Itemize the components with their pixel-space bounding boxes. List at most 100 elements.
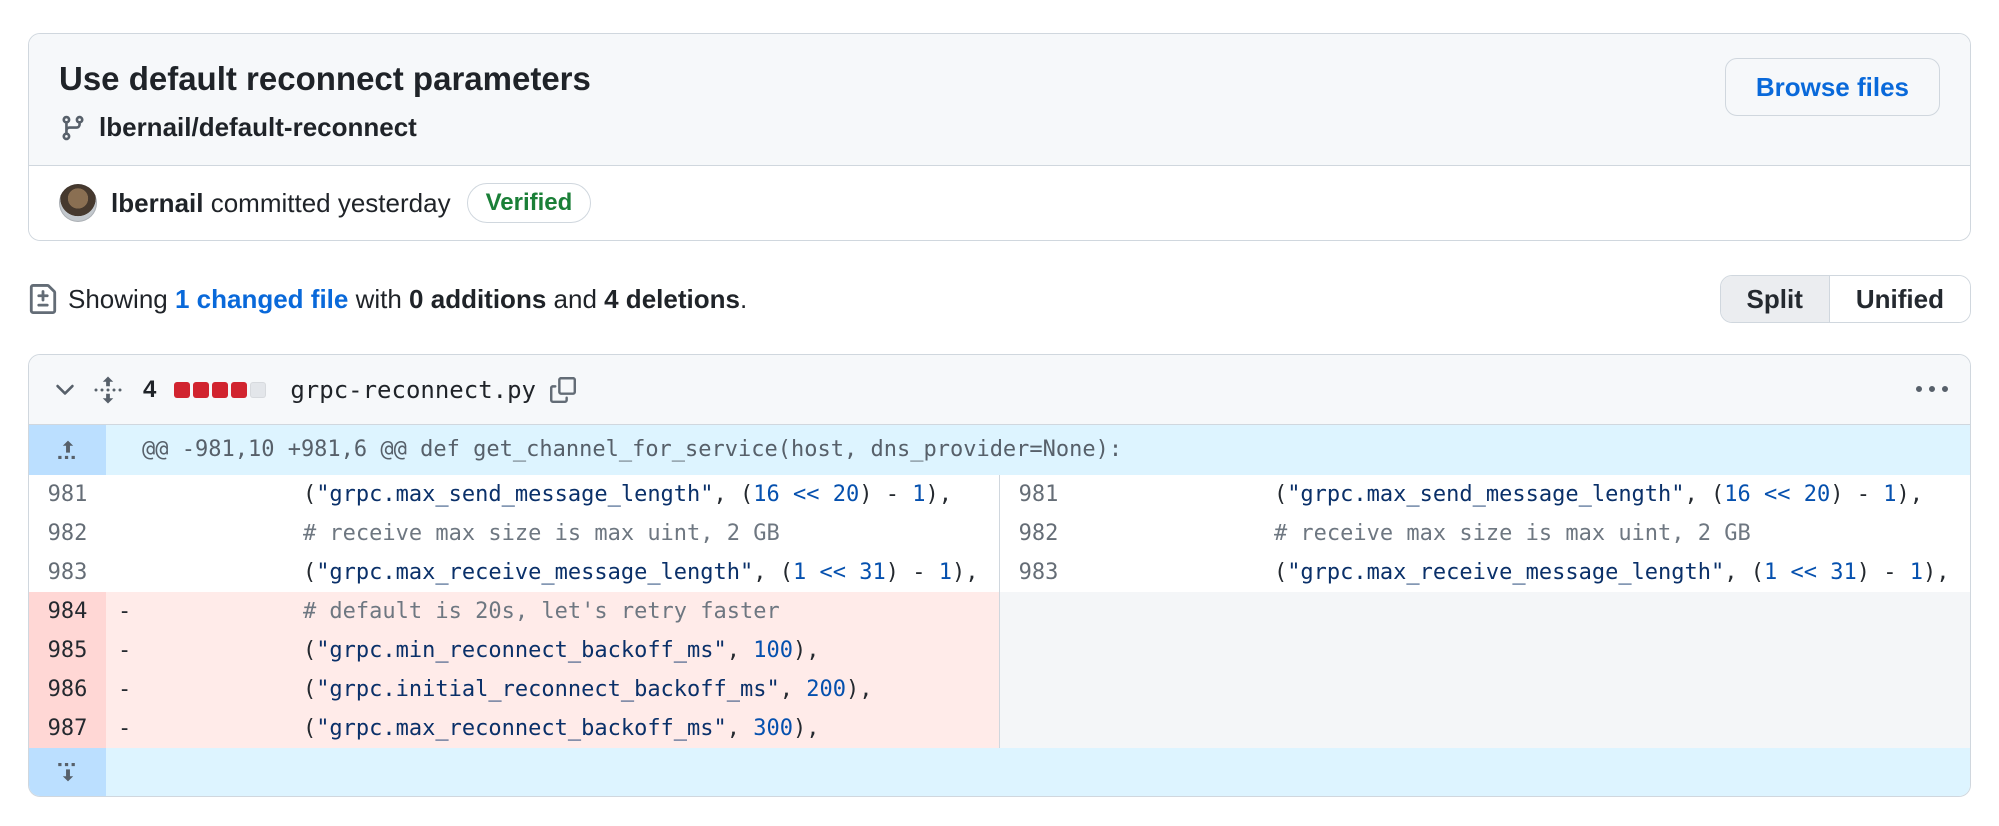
diffstat [174, 382, 266, 398]
code-line: - ("grpc.min_reconnect_backoff_ms", 100)… [106, 631, 999, 670]
code-token: , ( [714, 482, 754, 507]
file-options-button[interactable] [1916, 374, 1948, 406]
code-token: 31 [1830, 560, 1857, 585]
diffstat-deletion-square [174, 382, 190, 398]
code-token: , [727, 638, 754, 663]
commit-header-card: Use default reconnect parameters lbernai… [28, 33, 1971, 241]
line-number[interactable]: 983 [29, 553, 106, 592]
empty-gutter-cell [999, 709, 1077, 748]
code-token: "grpc.max_receive_message_length" [1287, 560, 1724, 585]
code-token: , ( [1685, 482, 1725, 507]
expand-hunk-up-button[interactable] [29, 425, 106, 475]
code-token: 1 [1764, 560, 1777, 585]
code-token: ) - [886, 560, 939, 585]
browse-files-button[interactable]: Browse files [1725, 58, 1940, 116]
code-line: ("grpc.max_receive_message_length", (1 <… [1077, 553, 1970, 592]
code-token: # receive max size is max uint, 2 GB [1115, 521, 1751, 546]
line-number[interactable]: 982 [999, 514, 1077, 553]
expand-hunk-down-button[interactable] [29, 748, 106, 796]
drag-handle-glyph [93, 374, 123, 406]
line-number[interactable]: 987 [29, 709, 106, 748]
code-token: 1 [793, 560, 806, 585]
line-number[interactable]: 981 [999, 475, 1077, 514]
verified-badge[interactable]: Verified [467, 183, 592, 223]
file-diff-icon [28, 284, 58, 314]
code-token: 16 [1724, 482, 1751, 507]
code-token: # receive max size is max uint, 2 GB [144, 521, 780, 546]
code-token [1817, 560, 1830, 585]
fold-down-icon [55, 759, 81, 785]
collapse-file-button[interactable] [51, 376, 79, 404]
empty-diff-cell [1077, 631, 1970, 670]
code-token: ( [144, 716, 316, 741]
code-token: "grpc.max_send_message_length" [316, 482, 713, 507]
commit-meta-text: lbernail committed yesterday [111, 188, 451, 219]
code-token: ) - [859, 482, 912, 507]
code-token [846, 560, 859, 585]
line-number[interactable]: 986 [29, 670, 106, 709]
code-token: << [820, 560, 847, 585]
empty-diff-cell [1077, 670, 1970, 709]
code-token: "grpc.initial_reconnect_backoff_ms" [316, 677, 780, 702]
code-line: # receive max size is max uint, 2 GB [106, 514, 999, 553]
drag-handle-icon[interactable] [93, 374, 123, 406]
copy-path-button[interactable] [550, 377, 576, 403]
code-token: ( [144, 638, 316, 663]
empty-gutter-cell [999, 592, 1077, 631]
code-token: "grpc.min_reconnect_backoff_ms" [316, 638, 727, 663]
diffstat-deletion-square [193, 382, 209, 398]
code-token: ( [1115, 482, 1287, 507]
copy-icon [550, 377, 576, 403]
line-number[interactable]: 982 [29, 514, 106, 553]
changed-files-link[interactable]: 1 changed file [175, 284, 348, 314]
summary-and: and [546, 284, 604, 314]
code-token: ), [952, 560, 979, 585]
file-name[interactable]: grpc-reconnect.py [290, 376, 536, 404]
code-token: 1 [1910, 560, 1923, 585]
fold-up-icon [55, 437, 81, 463]
page: Use default reconnect parameters lbernai… [0, 0, 1999, 797]
code-token: ), [1923, 560, 1950, 585]
diffstat-deletion-square [212, 382, 228, 398]
branch-name[interactable]: lbernail/default-reconnect [99, 112, 417, 143]
line-number[interactable]: 985 [29, 631, 106, 670]
line-number[interactable]: 983 [999, 553, 1077, 592]
commit-title: Use default reconnect parameters [59, 58, 591, 100]
changes-count: 4 [143, 376, 156, 404]
commit-author[interactable]: lbernail [111, 188, 203, 218]
kebab-horizontal-icon [1916, 374, 1948, 406]
code-token [1751, 482, 1764, 507]
summary-prefix: Showing [68, 284, 175, 314]
code-line: - ("grpc.max_reconnect_backoff_ms", 300)… [106, 709, 999, 748]
code-token: 20 [1804, 482, 1831, 507]
additions-count: 0 additions [409, 284, 546, 314]
summary-left: Showing 1 changed file with 0 additions … [28, 284, 747, 315]
line-number[interactable]: 981 [29, 475, 106, 514]
empty-gutter-cell [999, 670, 1077, 709]
branch-row: lbernail/default-reconnect [59, 112, 591, 143]
diffstat-deletion-square [231, 382, 247, 398]
diff-marker: - [118, 709, 144, 748]
unified-view-button[interactable]: Unified [1829, 276, 1970, 322]
code-token: << [793, 482, 820, 507]
diff-marker: - [118, 631, 144, 670]
empty-diff-cell [1077, 592, 1970, 631]
code-token: , [727, 716, 754, 741]
hunk-header: @@ -981,10 +981,6 @@ def get_channel_for… [106, 425, 1970, 475]
diff-marker: - [118, 592, 144, 631]
code-token: ), [846, 677, 873, 702]
code-line: ("grpc.max_receive_message_length", (1 <… [106, 553, 999, 592]
diffstat-neutral-square [250, 382, 266, 398]
avatar[interactable] [59, 184, 97, 222]
code-token: # default is 20s, let's retry faster [144, 599, 780, 624]
code-token: 20 [833, 482, 860, 507]
deletions-count: 4 deletions [604, 284, 740, 314]
code-token: ) - [1857, 560, 1910, 585]
code-token [1777, 560, 1790, 585]
line-number[interactable]: 984 [29, 592, 106, 631]
commit-action-text: committed yesterday [203, 188, 450, 218]
code-token: ), [926, 482, 953, 507]
code-line: - ("grpc.initial_reconnect_backoff_ms", … [106, 670, 999, 709]
diff-marker: - [118, 670, 144, 709]
split-view-button[interactable]: Split [1721, 276, 1829, 322]
